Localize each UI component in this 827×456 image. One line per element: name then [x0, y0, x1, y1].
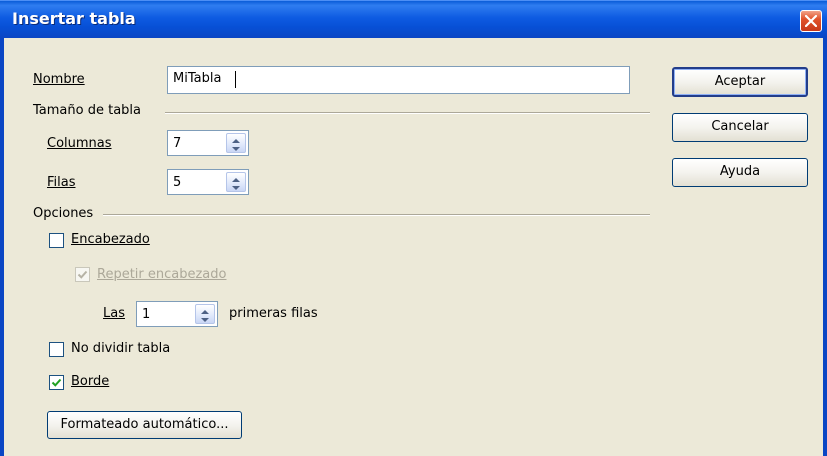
checkmark-icon [77, 270, 88, 279]
columns-spin-buttons[interactable] [226, 133, 246, 153]
rows-label: Filas [47, 175, 76, 190]
autoformat-button[interactable]: Formateado automático... [47, 411, 242, 439]
heading-checkbox-label: Encabezado [71, 232, 150, 247]
name-label: Nombre [33, 72, 85, 87]
window-border-right [823, 38, 827, 456]
table-size-heading: Tamaño de tabla [33, 103, 141, 118]
spin-arrows-icon [232, 139, 240, 151]
rows-spin-buttons[interactable] [226, 172, 246, 192]
rows-prefix-label: Las [103, 306, 125, 321]
options-heading: Opciones [33, 206, 94, 221]
dont-split-label: No dividir tabla [71, 341, 171, 356]
close-button[interactable] [800, 10, 822, 32]
repeat-heading-checkbox[interactable] [75, 267, 90, 282]
autoformat-button-label: Formateado automático... [60, 417, 229, 432]
dialog-title: Insertar tabla [12, 9, 136, 28]
border-checkbox[interactable] [49, 375, 64, 390]
help-button[interactable]: Ayuda [672, 158, 808, 187]
columns-label: Columnas [47, 136, 112, 151]
rows-value: 5 [173, 175, 182, 190]
cancel-button[interactable]: Cancelar [672, 113, 808, 142]
insert-table-dialog: Insertar tabla Nombre MiTabla Tamaño de … [0, 0, 827, 456]
table-size-separator [165, 112, 650, 114]
window-border-left [0, 38, 4, 456]
repeat-rows-spin-buttons[interactable] [195, 304, 215, 324]
spin-arrows-icon [232, 178, 240, 190]
checkmark-icon [51, 378, 62, 387]
columns-spinbox[interactable]: 7 [167, 130, 249, 156]
border-label: Borde [71, 374, 110, 389]
repeat-rows-spinbox[interactable]: 1 [136, 301, 218, 327]
text-caret [235, 71, 236, 88]
help-button-label: Ayuda [719, 164, 761, 179]
repeat-heading-label: Repetir encabezado [97, 267, 227, 282]
close-icon [805, 15, 817, 27]
dont-split-checkbox[interactable] [49, 342, 64, 357]
columns-value: 7 [173, 136, 182, 151]
options-separator [103, 214, 650, 216]
rows-suffix-label: primeras filas [229, 306, 318, 321]
ok-button[interactable]: Aceptar [672, 67, 808, 97]
ok-button-label: Aceptar [714, 74, 766, 89]
heading-checkbox[interactable] [49, 233, 64, 248]
spin-arrows-icon [201, 310, 209, 322]
name-value: MiTabla [173, 71, 222, 86]
name-input[interactable]: MiTabla [167, 66, 630, 94]
repeat-rows-value: 1 [142, 307, 151, 322]
rows-spinbox[interactable]: 5 [167, 169, 249, 195]
cancel-button-label: Cancelar [711, 119, 769, 134]
title-bar: Insertar tabla [0, 0, 827, 38]
